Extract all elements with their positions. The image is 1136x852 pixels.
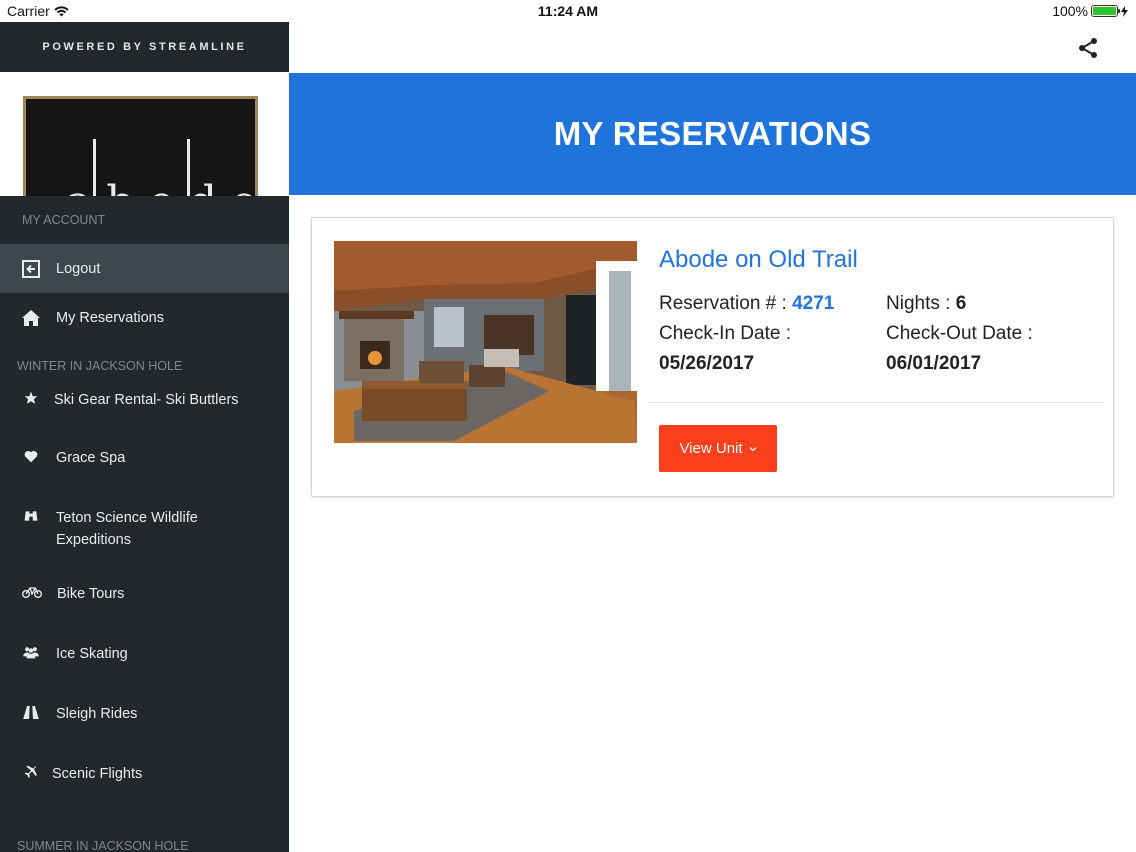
sidebar-item-grace-spa[interactable]: Grace Spa	[0, 441, 289, 501]
nights-label: Nights :	[886, 293, 951, 314]
charging-icon	[1121, 5, 1128, 17]
star-icon	[22, 389, 40, 407]
property-photo	[334, 241, 637, 443]
reservation-number-value: 4271	[792, 293, 835, 314]
logo-text: abode	[66, 177, 271, 196]
section-header-my-account: MY ACCOUNT	[22, 213, 106, 227]
checkout-label: Check-Out Date :	[886, 323, 1033, 344]
road-icon	[22, 703, 40, 721]
checkin-label: Check-In Date :	[659, 323, 791, 344]
reservation-card: Abode on Old Trail Reservation # : 4271 …	[311, 217, 1114, 497]
plane-icon	[22, 763, 40, 781]
bicycle-icon	[22, 583, 42, 601]
sidebar-item-label: Teton Science Wildlife Expeditions	[56, 510, 198, 548]
reservation-number-label: Reservation # :	[659, 293, 787, 314]
battery-status: 100%	[1052, 3, 1128, 19]
battery-icon	[1091, 5, 1120, 17]
group-icon	[22, 643, 40, 661]
home-icon	[22, 309, 40, 327]
sidebar-item-label: My Reservations	[56, 310, 164, 326]
view-unit-button[interactable]: View Unit	[659, 425, 777, 472]
nights-value: 6	[955, 293, 967, 314]
page-title: MY RESERVATIONS	[289, 73, 1136, 195]
sidebar-item-logout[interactable]: Logout	[0, 244, 289, 293]
sidebar-item-label: Ski Gear Rental- Ski Buttlers	[54, 392, 239, 408]
sidebar-item-label: Logout	[56, 260, 101, 277]
view-unit-label: View Unit	[679, 440, 743, 457]
abode-logo: abode	[23, 96, 258, 196]
sidebar-item-label: Bike Tours	[57, 586, 125, 602]
checkout-date: 06/01/2017	[886, 353, 982, 374]
sidebar-item-ski-gear[interactable]: Ski Gear Rental- Ski Buttlers	[0, 389, 289, 441]
sidebar-item-label: Scenic Flights	[52, 766, 143, 782]
logout-icon	[22, 259, 40, 278]
property-name[interactable]: Abode on Old Trail	[659, 246, 858, 274]
section-header-summer: SUMMER IN JACKSON HOLE	[17, 839, 189, 852]
powered-by-label: POWERED BY STREAMLINE	[0, 22, 289, 72]
battery-percent: 100%	[1052, 3, 1088, 19]
sidebar-item-ice-skating[interactable]: Ice Skating	[0, 643, 289, 703]
reservation-number-row: Reservation # : 4271	[659, 293, 834, 315]
share-icon[interactable]	[1077, 37, 1099, 59]
status-bar: Carrier 11:24 AM 100%	[0, 0, 1136, 22]
sidebar-item-teton-science[interactable]: Teton Science Wildlife Expeditions	[0, 501, 289, 583]
sidebar-item-label: Ice Skating	[56, 646, 128, 662]
logo-area: abode	[0, 72, 289, 196]
sidebar-item-scenic-flights[interactable]: Scenic Flights	[0, 763, 289, 823]
heart-icon	[22, 447, 40, 465]
chevron-down-icon	[749, 446, 757, 451]
sidebar: POWERED BY STREAMLINE abode MY ACCOUNT L…	[0, 22, 289, 852]
sidebar-menu: MY ACCOUNT Logout My Reservations WINTER…	[0, 196, 289, 852]
sidebar-item-label: Sleigh Rides	[56, 706, 138, 722]
sidebar-item-label: Grace Spa	[56, 450, 126, 466]
card-divider	[649, 402, 1104, 403]
clock: 11:24 AM	[537, 3, 599, 19]
section-header-winter: WINTER IN JACKSON HOLE	[17, 359, 183, 373]
top-bar	[289, 22, 1136, 73]
sidebar-item-sleigh-rides[interactable]: Sleigh Rides	[0, 703, 289, 763]
checkin-date: 05/26/2017	[659, 353, 755, 374]
binoculars-icon	[22, 507, 40, 525]
sidebar-item-bike-tours[interactable]: Bike Tours	[0, 583, 289, 643]
sidebar-item-my-reservations[interactable]: My Reservations	[0, 293, 289, 343]
nights-row: Nights : 6	[886, 293, 966, 315]
